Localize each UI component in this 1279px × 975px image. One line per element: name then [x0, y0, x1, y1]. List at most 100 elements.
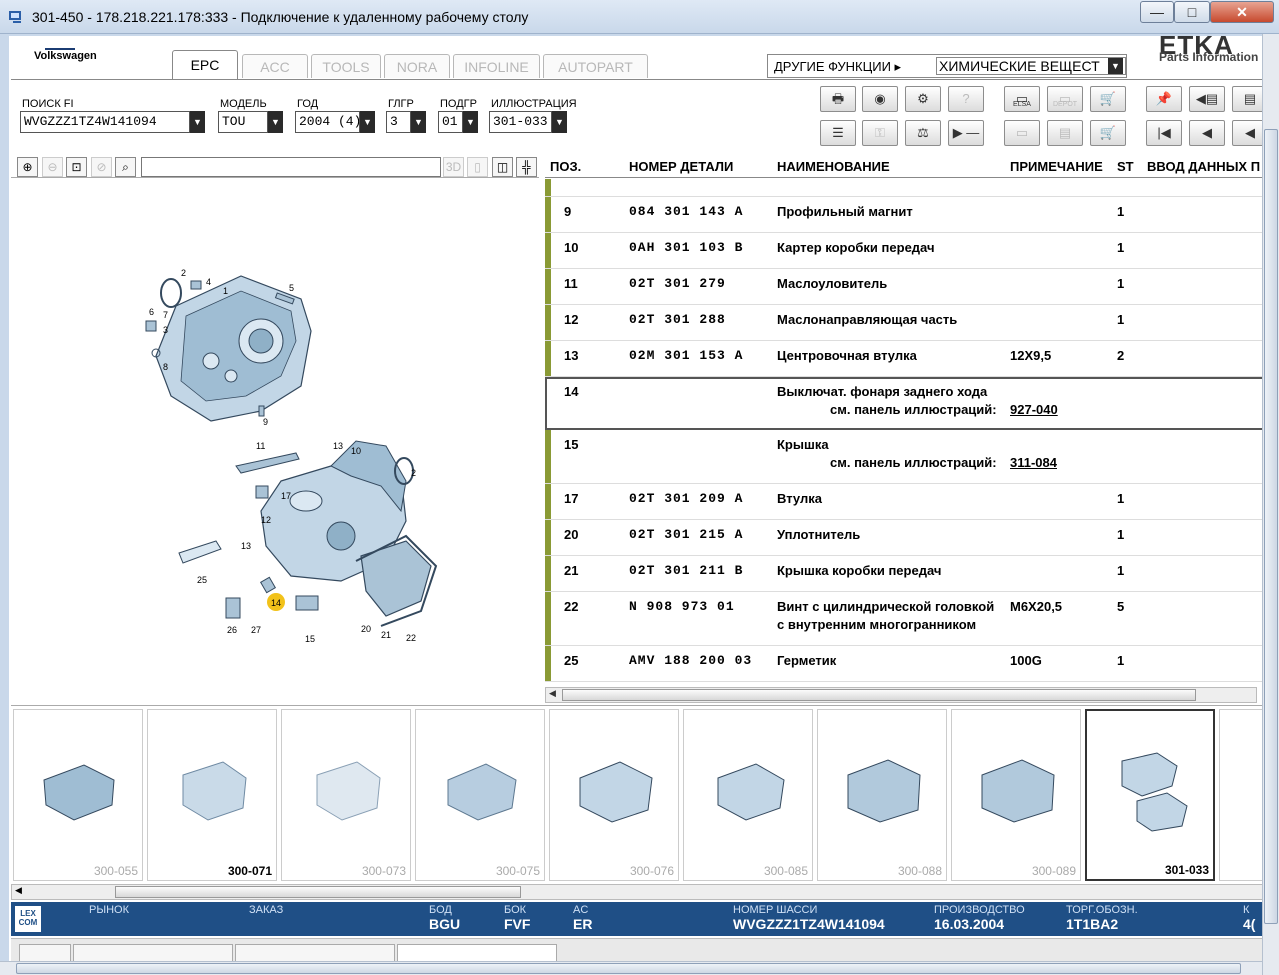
thumbnail-item[interactable]: 300-085: [683, 709, 813, 881]
elsa-button[interactable]: ▭ ELSA: [1004, 86, 1040, 112]
tablet-button[interactable]: ▭: [1004, 120, 1040, 146]
scrollbar-thumb[interactable]: [115, 886, 521, 898]
table-row[interactable]: 14 Выключат. фонаря заднего хода см. пан…: [545, 377, 1271, 430]
table-row[interactable]: 15 Крышка см. панель иллюстраций: 311-08…: [545, 430, 1271, 484]
strip-segment[interactable]: [73, 944, 233, 962]
scale-button[interactable]: ⚖: [905, 120, 941, 146]
chevron-down-icon[interactable]: ▼: [1108, 58, 1123, 74]
thumbnail-item[interactable]: 300-071: [147, 709, 277, 881]
chevron-down-icon[interactable]: ▼: [360, 111, 375, 133]
chevron-down-icon[interactable]: ▼: [411, 111, 426, 133]
chevron-down-icon[interactable]: ▼: [463, 111, 478, 133]
tab-acc[interactable]: ACC: [242, 54, 308, 78]
maximize-button[interactable]: □: [1174, 1, 1210, 23]
stack-button[interactable]: ▤: [1047, 120, 1083, 146]
illustration-link[interactable]: 927-040: [1010, 402, 1058, 417]
chevron-down-icon[interactable]: ▼: [190, 111, 205, 133]
col-note[interactable]: ПРИМЕЧАНИЕ: [1010, 159, 1103, 174]
callout-label: 21: [381, 630, 391, 640]
thumbnail-item[interactable]: 300-073: [281, 709, 411, 881]
table-row[interactable]: 25 AMV 188 200 03 Герметик 100G 1: [545, 646, 1271, 682]
col-st[interactable]: ST: [1117, 159, 1134, 174]
key-button[interactable]: ⚿: [862, 120, 898, 146]
sub-group-select[interactable]: 01: [438, 111, 463, 133]
scrollbar-thumb[interactable]: [1264, 129, 1278, 924]
search-icon[interactable]: ⌕: [115, 157, 136, 177]
scroll-left-icon[interactable]: ◀: [549, 688, 556, 699]
search-input[interactable]: WVGZZZ1TZ4W141094: [20, 111, 190, 133]
table-row[interactable]: 12 02T 301 288 Маслонаправляющая часть 1: [545, 305, 1271, 341]
year-select[interactable]: 2004 (4): [295, 111, 360, 133]
strip-segment[interactable]: [235, 944, 395, 962]
back-list-button[interactable]: ◀▤: [1189, 86, 1225, 112]
main-group-select[interactable]: 3: [386, 111, 411, 133]
zoom-fit-icon[interactable]: ⊡: [66, 157, 87, 177]
table-row[interactable]: 9 084 301 143 A Профильный магнит 1: [545, 197, 1271, 233]
list-button[interactable]: ☰: [820, 120, 856, 146]
thumbnail-item[interactable]: 300-088: [817, 709, 947, 881]
parts-button[interactable]: ⚙: [905, 86, 941, 112]
table-row[interactable]: 17 02T 301 209 A Втулка 1: [545, 484, 1271, 520]
col-pos[interactable]: ПОЗ.: [550, 159, 581, 174]
other-functions[interactable]: ДРУГИЕ ФУНКЦИИ ▸ ХИМИЧЕСКИЕ ВЕЩЕСТ ▼: [767, 54, 1127, 78]
zoom-reset-icon[interactable]: ⊘: [91, 157, 112, 177]
strip-segment[interactable]: [19, 944, 71, 962]
tab-autopart[interactable]: AUTOPART: [543, 54, 648, 78]
window-layout-icon[interactable]: ◫: [492, 157, 513, 177]
chevron-down-icon[interactable]: ▼: [268, 111, 283, 133]
part-number-cell: 02T 301 215 A: [629, 527, 744, 542]
pin-button[interactable]: 📌: [1146, 86, 1182, 112]
play-button[interactable]: ▶ —: [948, 120, 984, 146]
table-row[interactable]: 22 N 908 973 01 Винт с цилиндрической го…: [545, 592, 1271, 646]
scrollbar-thumb[interactable]: [562, 689, 1196, 701]
table-row[interactable]: 21 02T 301 211 B Крышка коробки передач …: [545, 556, 1271, 592]
thumbnail-item[interactable]: 300-075: [415, 709, 545, 881]
scroll-left-icon[interactable]: ◀: [15, 885, 22, 896]
zoom-in-icon[interactable]: ⊕: [17, 157, 38, 177]
table-row[interactable]: 20 02T 301 215 A Уплотнитель 1: [545, 520, 1271, 556]
tab-nora[interactable]: NORA: [384, 54, 450, 78]
3d-view-icon[interactable]: 3D: [443, 157, 464, 177]
thumbnail-item[interactable]: 300-076: [549, 709, 679, 881]
diagram-search-input[interactable]: [141, 157, 441, 177]
help-button[interactable]: ?: [948, 86, 984, 112]
tab-epc[interactable]: EPC: [172, 50, 238, 80]
thumbnails-scrollbar[interactable]: ◀: [11, 884, 1269, 900]
table-row[interactable]: 13 02M 301 153 A Центровочная втулка 12X…: [545, 341, 1271, 377]
exploded-parts-diagram[interactable]: 2 4 1 5 6 7 3 8 9 11 13 10 2 17 12 13 25…: [11, 181, 539, 701]
col-data-entry[interactable]: ВВОД ДАННЫХ П: [1147, 159, 1260, 174]
close-button[interactable]: ✕: [1210, 1, 1274, 23]
col-name[interactable]: НАИМЕНОВАНИЕ: [777, 159, 890, 174]
crosshair-icon[interactable]: ╬: [516, 157, 537, 177]
cart-button[interactable]: 🛒: [1090, 120, 1126, 146]
thumbnail-item-selected[interactable]: 301-033: [1085, 709, 1215, 881]
previous-button[interactable]: ◀: [1189, 120, 1225, 146]
col-part-number[interactable]: НОМЕР ДЕТАЛИ: [629, 159, 733, 174]
window-horizontal-scrollbar[interactable]: [0, 961, 1262, 975]
depot-button[interactable]: ▭ DEPOT: [1047, 86, 1083, 112]
thumbnail-item[interactable]: 300-055: [13, 709, 143, 881]
table-row[interactable]: 10 0AH 301 103 B Картер коробки передач …: [545, 233, 1271, 269]
zoom-out-icon[interactable]: ⊖: [42, 157, 63, 177]
strip-segment[interactable]: [397, 944, 557, 962]
first-button[interactable]: |◀: [1146, 120, 1182, 146]
table-row[interactable]: [545, 179, 1271, 197]
window-vertical-scrollbar[interactable]: [1262, 34, 1279, 975]
split-view-icon[interactable]: ▯: [467, 157, 488, 177]
tab-infoline[interactable]: INFOLINE: [453, 54, 540, 78]
tab-tools[interactable]: TOOLS: [311, 54, 381, 78]
table-horizontal-scrollbar[interactable]: ◀: [545, 687, 1257, 703]
scrollbar-thumb[interactable]: [16, 963, 1241, 974]
chevron-down-icon[interactable]: ▼: [552, 111, 567, 133]
cart-add-button[interactable]: 🛒: [1090, 86, 1126, 112]
illustration-link[interactable]: 311-084: [1010, 455, 1057, 470]
print-button[interactable]: 🖶: [820, 86, 856, 112]
service-button[interactable]: ◉: [862, 86, 898, 112]
thumbnail-item[interactable]: 300-089: [951, 709, 1081, 881]
chemicals-select[interactable]: ХИМИЧЕСКИЕ ВЕЩЕСТ: [936, 57, 1126, 75]
other-functions-label[interactable]: ДРУГИЕ ФУНКЦИИ ▸: [774, 59, 901, 75]
table-row[interactable]: 11 02T 301 279 Маслоуловитель 1: [545, 269, 1271, 305]
illustration-select[interactable]: 301-033: [489, 111, 552, 133]
minimize-button[interactable]: —: [1140, 1, 1174, 23]
model-select[interactable]: TOU: [218, 111, 268, 133]
